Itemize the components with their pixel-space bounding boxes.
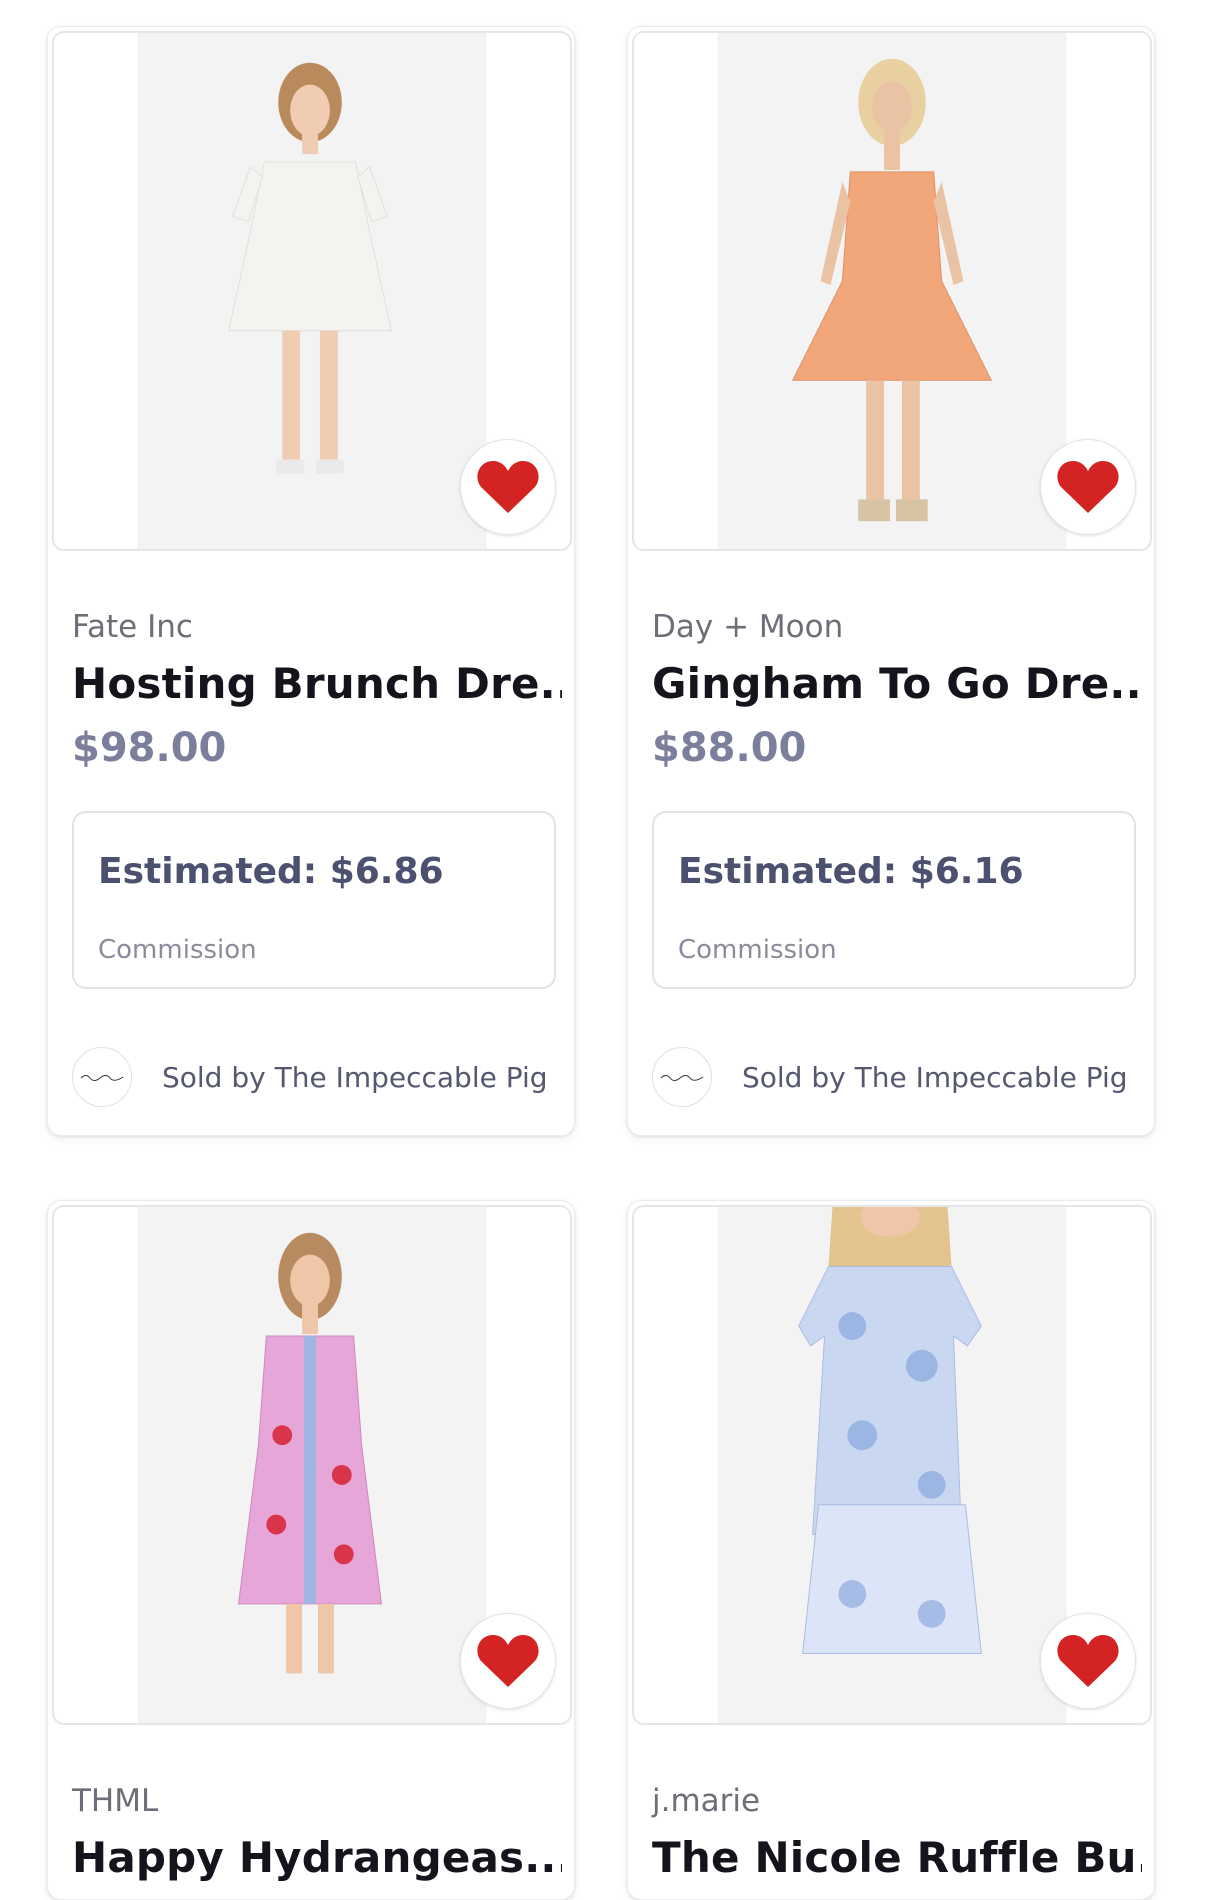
product-brand: THML xyxy=(72,1783,159,1819)
product-brand: Day + Moon xyxy=(652,609,844,645)
favorite-button[interactable] xyxy=(1040,1613,1136,1709)
favorite-button[interactable] xyxy=(460,439,556,535)
product-title[interactable]: The Nicole Ruffle Bu... xyxy=(652,1833,1142,1882)
favorite-button[interactable] xyxy=(460,1613,556,1709)
seller-logo-icon xyxy=(652,1047,712,1107)
commission-box: Estimated: $6.16 Commission xyxy=(652,811,1136,989)
heart-icon xyxy=(1057,1635,1119,1687)
estimated-commission: Estimated: $6.16 xyxy=(678,851,1024,892)
seller-row[interactable]: Sold by The Impeccable Pig xyxy=(652,1047,1128,1107)
product-image[interactable] xyxy=(632,1205,1152,1725)
seller-logo-icon xyxy=(72,1047,132,1107)
product-title[interactable]: Happy Hydrangeas... xyxy=(72,1833,562,1882)
product-card[interactable]: Day + Moon Gingham To Go Dre... $88.00 E… xyxy=(627,26,1155,1136)
product-title[interactable]: Hosting Brunch Dre... xyxy=(72,659,562,708)
product-title[interactable]: Gingham To Go Dre... xyxy=(652,659,1142,708)
seller-name: Sold by The Impeccable Pig xyxy=(742,1060,1128,1094)
commission-label: Commission xyxy=(98,935,257,965)
product-image[interactable] xyxy=(52,31,572,551)
product-card[interactable]: Fate Inc Hosting Brunch Dre... $98.00 Es… xyxy=(47,26,575,1136)
commission-box: Estimated: $6.86 Commission xyxy=(72,811,556,989)
seller-row[interactable]: Sold by The Impeccable Pig xyxy=(72,1047,548,1107)
product-brand: j.marie xyxy=(652,1783,761,1819)
seller-name: Sold by The Impeccable Pig xyxy=(162,1060,548,1094)
heart-icon xyxy=(477,1635,539,1687)
product-price: $88.00 xyxy=(652,725,807,771)
commission-label: Commission xyxy=(678,935,837,965)
product-image[interactable] xyxy=(52,1205,572,1725)
product-card[interactable]: THML Happy Hydrangeas... xyxy=(47,1200,575,1900)
heart-icon xyxy=(1057,461,1119,513)
product-price: $98.00 xyxy=(72,725,227,771)
product-card[interactable]: j.marie The Nicole Ruffle Bu... xyxy=(627,1200,1155,1900)
product-image[interactable] xyxy=(632,31,1152,551)
product-brand: Fate Inc xyxy=(72,609,193,645)
favorite-button[interactable] xyxy=(1040,439,1136,535)
heart-icon xyxy=(477,461,539,513)
estimated-commission: Estimated: $6.86 xyxy=(98,851,444,892)
